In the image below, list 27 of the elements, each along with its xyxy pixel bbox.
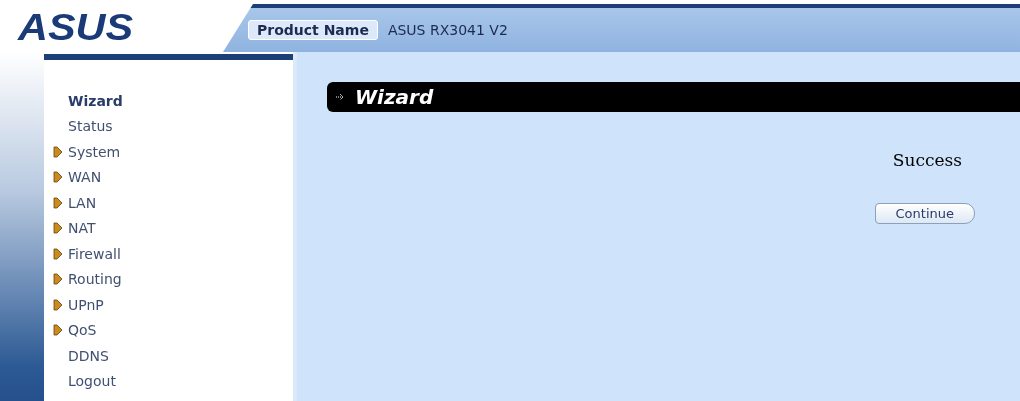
arrow-icon [53, 171, 63, 184]
menu-item[interactable]: WAN [53, 169, 102, 186]
arrow-icon [53, 222, 63, 235]
menu-item[interactable]: QoS [53, 322, 97, 339]
arrow-icon [53, 196, 63, 209]
arrow-icon [53, 145, 63, 158]
logo-text: ASUS [18, 7, 134, 49]
menu-item[interactable]: Wizard [53, 92, 123, 109]
success-message: Success [892, 150, 962, 170]
menu-item[interactable]: Firewall [53, 245, 121, 262]
menu-item[interactable]: LAN [53, 194, 97, 211]
menu-item[interactable]: UPnP [53, 296, 104, 313]
product-value: ASUS RX3041 V2 [387, 22, 508, 38]
page-title: Wizard [355, 85, 434, 109]
arrow-icon [53, 298, 63, 311]
menu-item[interactable]: Logout [53, 373, 116, 390]
menu-item[interactable]: System [53, 143, 121, 160]
arrow-icon [53, 273, 63, 286]
arrow-icon [335, 92, 345, 102]
menu-item[interactable]: Status [53, 118, 113, 135]
menu-item[interactable]: Routing [53, 271, 122, 288]
continue-button[interactable]: Continue [874, 203, 975, 224]
arrow-icon [53, 247, 63, 260]
arrow-icon [53, 324, 63, 337]
product-label: Product Name [248, 20, 378, 40]
menu-item[interactable]: DDNS [53, 347, 109, 364]
menu-item[interactable]: NAT [53, 220, 96, 237]
